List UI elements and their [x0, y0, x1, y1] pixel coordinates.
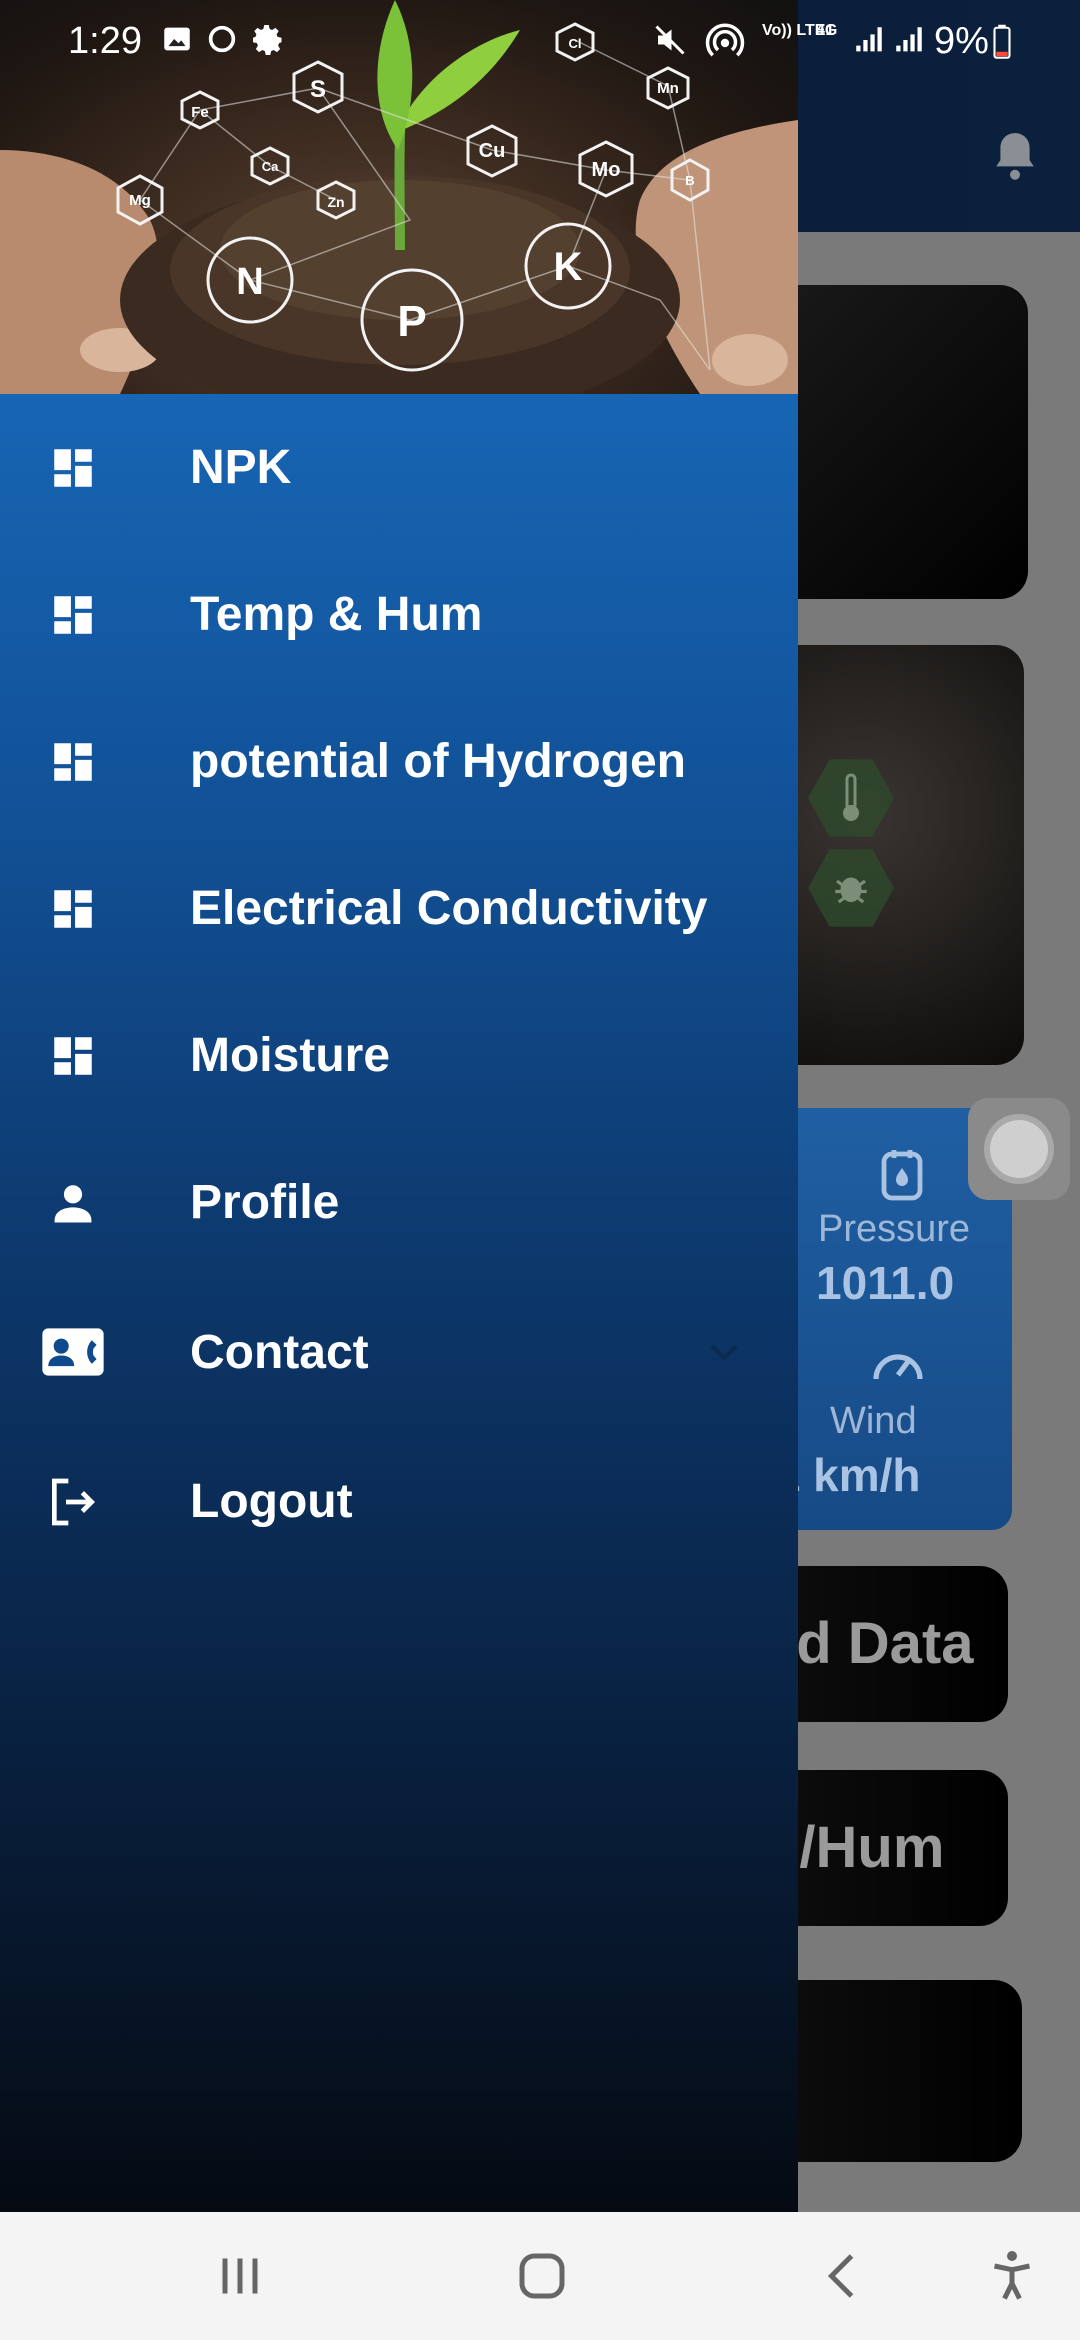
status-bar: 1:29 Vo)) LTE1 4G 9%: [0, 0, 1080, 86]
svg-text:Cu: Cu: [479, 140, 506, 162]
menu-item-contact[interactable]: Contact: [0, 1276, 798, 1428]
dashboard-icon: [40, 876, 106, 942]
dashboard-card[interactable]: s: [760, 1980, 1022, 2162]
dashboard-icon: [40, 1023, 106, 1089]
soil-image-card[interactable]: [760, 645, 1024, 1065]
pressure-label: Pressure: [818, 1208, 971, 1250]
network-type-label: 4G: [816, 22, 838, 39]
wind-label: Wind: [830, 1400, 917, 1442]
element-p-label: P: [397, 297, 426, 346]
element-k-label: K: [554, 245, 583, 289]
notification-bell-icon[interactable]: [990, 128, 1040, 184]
svg-text:Ca: Ca: [262, 159, 279, 174]
pressure-icon: [881, 1150, 923, 1201]
contact-card-icon: [40, 1319, 106, 1385]
menu-item-moisture[interactable]: Moisture: [0, 982, 798, 1129]
svg-text:Mo: Mo: [592, 159, 621, 181]
menu-item-label: Moisture: [190, 1029, 391, 1082]
navigation-drawer: N P K S Fe Cl Mn Cu Mo B Ca Mg Zn NPK Te…: [0, 0, 798, 2212]
recent-apps-button[interactable]: [210, 2246, 270, 2306]
thermometer-icon: [843, 773, 859, 821]
element-n-label: N: [236, 261, 263, 303]
home-button[interactable]: [512, 2246, 572, 2306]
gallery-icon: [164, 27, 190, 51]
menu-item-label: Profile: [190, 1176, 340, 1229]
svg-text:Zn: Zn: [327, 194, 344, 210]
hotspot-icon: [705, 23, 745, 57]
battery-icon: [993, 24, 1011, 59]
menu-item-profile[interactable]: Profile: [0, 1129, 798, 1276]
menu-item-npk[interactable]: NPK: [0, 394, 798, 541]
menu-item-label: Electrical Conductivity: [190, 882, 708, 935]
accessibility-icon[interactable]: [982, 2246, 1042, 2306]
menu-item-label: NPK: [190, 441, 292, 494]
mute-icon: [655, 25, 685, 55]
menu-item-label: Contact: [190, 1325, 369, 1379]
system-navigation-bar: [0, 2212, 1080, 2340]
clock: 1:29: [68, 20, 142, 62]
signal-icon: [856, 27, 882, 52]
back-button[interactable]: [814, 2246, 874, 2306]
dashboard-icon: [40, 435, 106, 501]
speedometer-icon: [873, 1354, 923, 1380]
chevron-down-icon[interactable]: [700, 1328, 748, 1376]
dashboard-icon: [40, 729, 106, 795]
menu-item-label: potential of Hydrogen: [190, 735, 686, 788]
menu-item-label: Temp & Hum: [190, 588, 483, 641]
drawer-menu: NPK Temp & Hum potential of Hydrogen Ele…: [0, 394, 798, 1575]
signal-icon-2: [896, 27, 922, 52]
svg-text:B: B: [685, 173, 694, 188]
menu-item-logout[interactable]: Logout: [0, 1428, 798, 1575]
menu-item-ph[interactable]: potential of Hydrogen: [0, 688, 798, 835]
menu-item-electrical-conductivity[interactable]: Electrical Conductivity: [0, 835, 798, 982]
floating-assistive-button[interactable]: [968, 1098, 1070, 1200]
bug-icon: [835, 877, 867, 904]
battery-percentage: 9%: [934, 20, 989, 62]
menu-item-label: Logout: [190, 1475, 353, 1528]
person-icon: [40, 1170, 106, 1236]
svg-text:Fe: Fe: [191, 104, 209, 121]
dashboard-card[interactable]: [760, 285, 1028, 599]
settings-icon: [253, 25, 282, 56]
dashboard-icon: [40, 582, 106, 648]
pressure-value: 1011.0: [816, 1257, 955, 1309]
menu-item-temp-hum[interactable]: Temp & Hum: [0, 541, 798, 688]
circle-icon: [208, 25, 236, 53]
svg-text:Mg: Mg: [129, 192, 151, 209]
logout-icon: [40, 1469, 106, 1535]
